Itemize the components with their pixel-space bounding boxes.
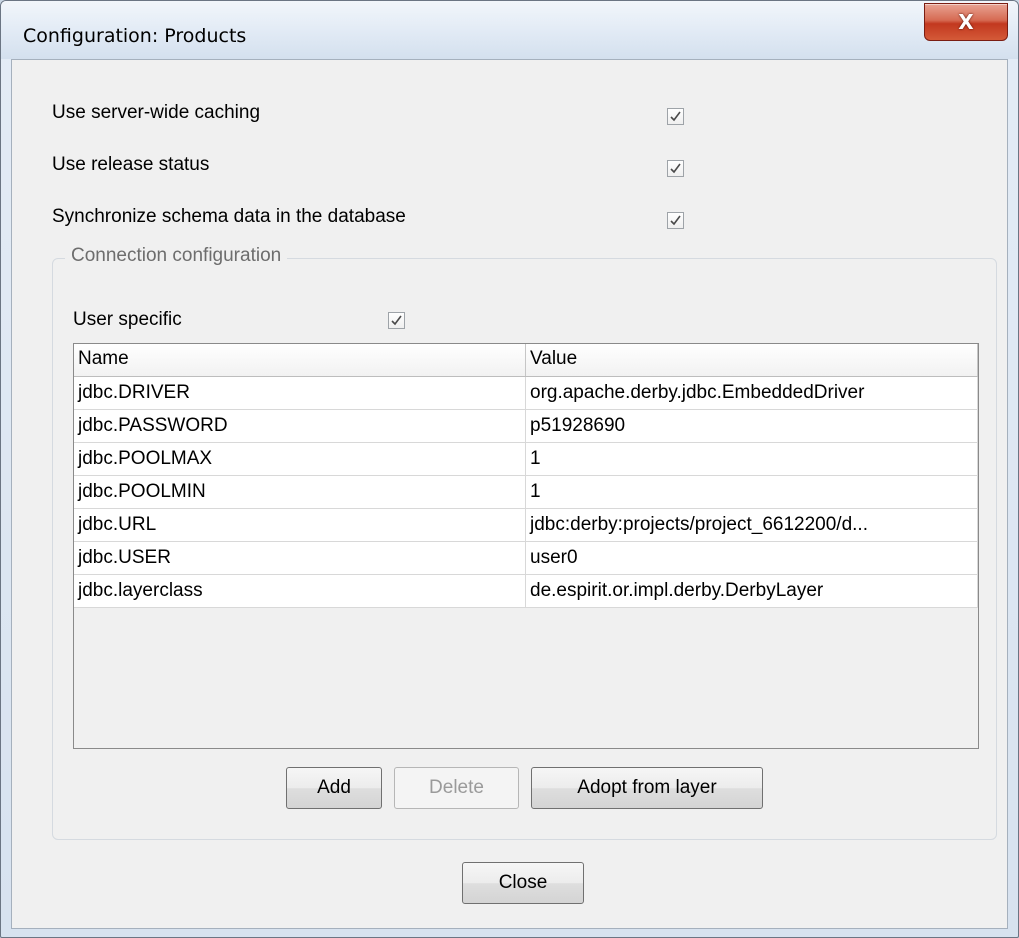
add-button[interactable]: Add (286, 767, 382, 809)
connection-properties-table: Name Value jdbc.DRIVER org.apache.derby.… (73, 343, 979, 749)
option-label: Use release status (52, 154, 210, 175)
cell-name[interactable]: jdbc.POOLMIN (74, 476, 526, 508)
table-row[interactable]: jdbc.POOLMAX 1 (74, 443, 978, 476)
checkmark-icon (391, 315, 402, 326)
delete-button: Delete (394, 767, 519, 809)
checkmark-icon (670, 215, 681, 226)
cell-name[interactable]: jdbc.URL (74, 509, 526, 541)
window-title: Configuration: Products (23, 25, 247, 47)
cell-name[interactable]: jdbc.PASSWORD (74, 410, 526, 442)
connection-configuration-group: Connection configuration User specific N… (52, 245, 997, 840)
window-close-button[interactable]: X (924, 3, 1008, 41)
table-header: Name Value (74, 344, 978, 377)
title-bar[interactable]: Configuration: Products X (1, 1, 1018, 59)
table-row[interactable]: jdbc.DRIVER org.apache.derby.jdbc.Embedd… (74, 377, 978, 410)
configuration-dialog: Configuration: Products X Use server-wid… (0, 0, 1019, 938)
adopt-from-layer-button[interactable]: Adopt from layer (531, 767, 763, 809)
dialog-body: Use server-wide caching Use release stat… (11, 59, 1008, 929)
cell-value[interactable]: de.espirit.or.impl.derby.DerbyLayer (526, 575, 978, 607)
table-row[interactable]: jdbc.POOLMIN 1 (74, 476, 978, 509)
table-row[interactable]: jdbc.PASSWORD p51928690 (74, 410, 978, 443)
table-row[interactable]: jdbc.layerclass de.espirit.or.impl.derby… (74, 575, 978, 608)
close-icon: X (958, 10, 974, 34)
cell-name[interactable]: jdbc.DRIVER (74, 377, 526, 409)
cell-name[interactable]: jdbc.POOLMAX (74, 443, 526, 475)
cell-value[interactable]: jdbc:derby:projects/project_6612200/d... (526, 509, 978, 541)
column-header-value[interactable]: Value (526, 344, 978, 376)
synchronize-schema-checkbox[interactable] (667, 212, 684, 229)
checkmark-icon (670, 163, 681, 174)
option-label: Synchronize schema data in the database (52, 206, 406, 227)
table-row[interactable]: jdbc.URL jdbc:derby:projects/project_661… (74, 509, 978, 542)
table-row[interactable]: jdbc.USER user0 (74, 542, 978, 575)
cell-value[interactable]: user0 (526, 542, 978, 574)
server-wide-caching-checkbox[interactable] (667, 108, 684, 125)
cell-name[interactable]: jdbc.USER (74, 542, 526, 574)
user-specific-checkbox[interactable] (388, 312, 405, 329)
cell-name[interactable]: jdbc.layerclass (74, 575, 526, 607)
option-label: Use server-wide caching (52, 102, 261, 123)
release-status-checkbox[interactable] (667, 160, 684, 177)
cell-value[interactable]: p51928690 (526, 410, 978, 442)
checkmark-icon (670, 111, 681, 122)
close-button[interactable]: Close (462, 862, 584, 904)
column-header-name[interactable]: Name (74, 344, 526, 376)
cell-value[interactable]: org.apache.derby.jdbc.EmbeddedDriver (526, 377, 978, 409)
group-legend: Connection configuration (65, 245, 288, 267)
cell-value[interactable]: 1 (526, 476, 978, 508)
user-specific-label: User specific (73, 309, 182, 330)
cell-value[interactable]: 1 (526, 443, 978, 475)
